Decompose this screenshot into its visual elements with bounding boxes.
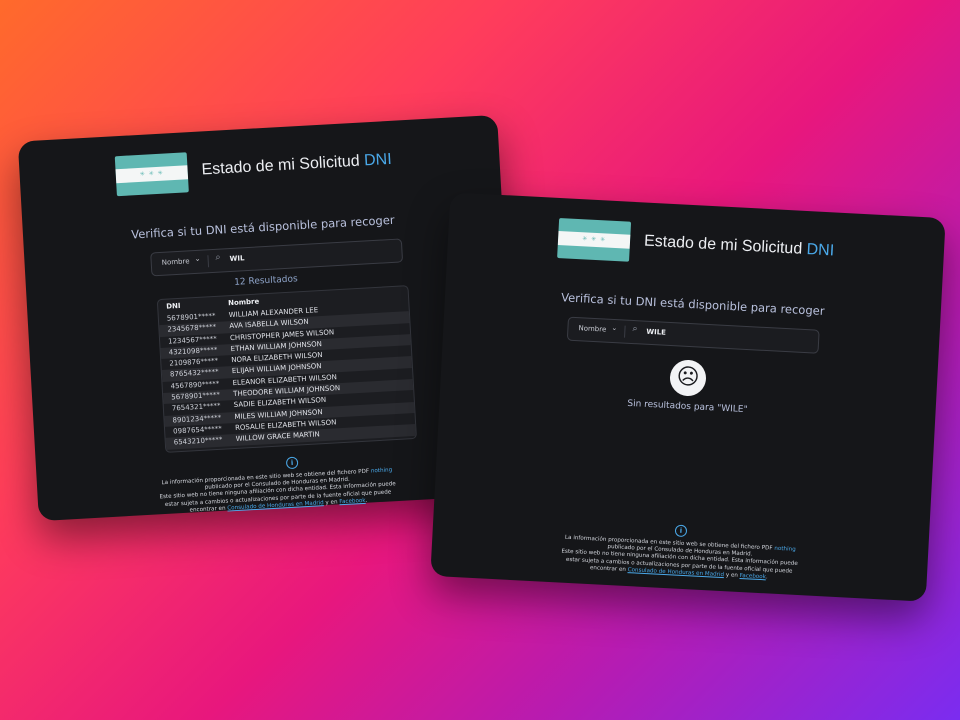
- chevron-down-icon[interactable]: ⌄: [194, 255, 200, 263]
- info-icon[interactable]: i: [285, 456, 299, 470]
- honduras-flag-icon: ✳ ✳ ✳: [114, 152, 189, 197]
- page-title-accent: DNI: [363, 150, 393, 170]
- flag-stars: ✳ ✳ ✳: [139, 169, 164, 178]
- info-icon[interactable]: i: [674, 524, 688, 538]
- page-title-main: Estado de mi Solicitud: [643, 232, 808, 258]
- pdf-link[interactable]: nothing: [774, 546, 796, 553]
- page-subtitle: Verifica si tu DNI está disponible para …: [130, 212, 395, 242]
- search-input[interactable]: WILE: [646, 328, 666, 337]
- disclaimer-footer: La información proporcionada en este sit…: [431, 528, 928, 590]
- footer-text: encontrar en: [589, 564, 628, 573]
- chevron-down-icon[interactable]: ⌄: [611, 324, 617, 332]
- results-table: DNI Nombre 5678901***** WILLIAM ALEXANDER…: [156, 285, 417, 453]
- footer-text: encontrar en: [189, 505, 228, 514]
- footer-text: y en: [323, 499, 340, 506]
- search-icon: ⌕: [215, 252, 221, 263]
- footer-text: .: [765, 574, 768, 581]
- search-icon: ⌕: [632, 324, 638, 335]
- filter-select[interactable]: Nombre: [162, 257, 190, 267]
- search-bar[interactable]: Nombre ⌄ ⌕ WILE: [566, 316, 820, 354]
- pdf-link[interactable]: nothing: [371, 467, 393, 474]
- facebook-link[interactable]: Facebook: [339, 498, 366, 505]
- footer-text: y en: [723, 571, 740, 579]
- page-subtitle: Verifica si tu DNI está disponible para …: [560, 290, 825, 319]
- honduras-flag-icon: ✳ ✳ ✳: [557, 218, 632, 262]
- page-title: Estado de mi Solicitud DNI: [644, 233, 835, 261]
- facebook-link[interactable]: Facebook: [739, 573, 766, 580]
- no-results-screen-card: ✳ ✳ ✳ Estado de mi Solicitud DNI Verific…: [430, 192, 946, 602]
- search-input[interactable]: WIL: [229, 254, 244, 263]
- filter-select[interactable]: Nombre: [578, 324, 606, 333]
- search-divider: [624, 325, 626, 338]
- sad-face-icon: ☹: [669, 359, 707, 397]
- page-title-main: Estado de mi Solicitud: [201, 152, 365, 179]
- column-header-dni: DNI: [165, 301, 181, 311]
- search-divider: [207, 255, 210, 268]
- footer-text: .: [365, 497, 368, 504]
- table-body: 5678901***** WILLIAM ALEXANDER LEE 234567…: [159, 300, 416, 450]
- page-title: Estado de mi Solicitud DNI: [201, 151, 392, 180]
- row-dni: 6543210*****: [173, 436, 223, 447]
- page-title-accent: DNI: [806, 241, 835, 260]
